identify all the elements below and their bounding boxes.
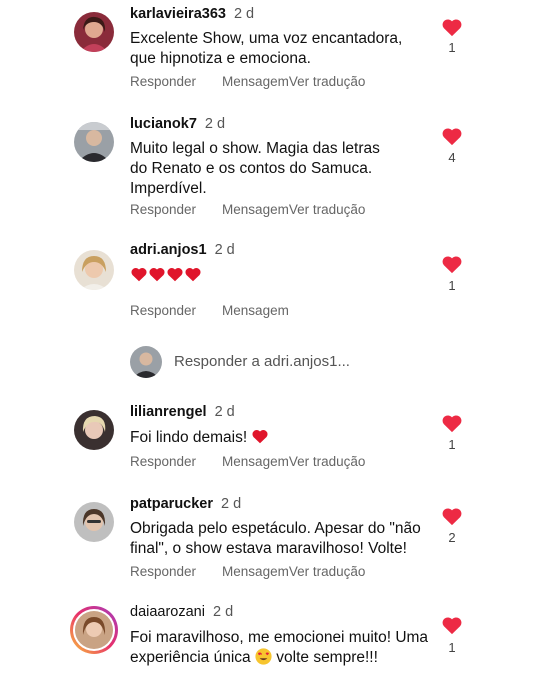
red-heart-emoji (185, 267, 201, 282)
username[interactable]: lucianok7 (130, 116, 197, 132)
translate-button[interactable]: Ver tradução (289, 454, 366, 469)
comment-text (130, 266, 420, 286)
like-count: 1 (448, 278, 456, 293)
reply-button[interactable]: Responder (130, 74, 196, 89)
avatar[interactable] (74, 502, 114, 542)
reply-button[interactable]: Responder (130, 454, 196, 469)
reply-button[interactable]: Responder (130, 202, 196, 217)
comment-text: Foi lindo demais! (130, 428, 420, 448)
avatar (73, 609, 115, 651)
heart-icon[interactable] (441, 413, 463, 433)
username[interactable]: adri.anjos1 (130, 242, 207, 258)
red-heart-emoji (167, 267, 183, 282)
like-count: 1 (448, 640, 456, 655)
avatar[interactable] (74, 12, 114, 52)
avatar-story-ring[interactable] (70, 606, 118, 654)
timestamp: 2 d (221, 496, 242, 512)
translate-button[interactable]: Ver tradução (289, 564, 366, 579)
comment-text: Excelente Show, uma voz encantadora, que… (130, 30, 403, 67)
timestamp: 2 d (212, 604, 234, 620)
username[interactable]: lilianrengel (130, 404, 207, 420)
timestamp: 2 d (233, 6, 255, 22)
heart-icon[interactable] (441, 615, 463, 635)
reply-input[interactable]: Responder a adri.anjos1... (130, 346, 390, 378)
username[interactable]: patparucker (130, 496, 213, 512)
message-button[interactable]: Mensagem (222, 303, 289, 318)
reply-button[interactable]: Responder (130, 303, 196, 318)
username[interactable]: karlavieira363 (130, 6, 226, 22)
translate-button[interactable]: Ver tradução (289, 74, 366, 89)
heart-icon[interactable] (441, 17, 463, 37)
timestamp: 2 d (204, 116, 226, 132)
comment-text: Obrigada pelo espetáculo. Apesar do "não… (130, 520, 421, 557)
like-count: 4 (448, 150, 456, 165)
reply-placeholder: Responder a adri.anjos1... (174, 353, 350, 370)
avatar[interactable] (74, 250, 114, 290)
red-heart-emoji (149, 267, 165, 282)
like-count: 1 (448, 40, 456, 55)
avatar (130, 346, 162, 378)
heart-icon[interactable] (441, 506, 463, 526)
message-button[interactable]: Mensagem (222, 74, 289, 89)
red-heart-emoji (252, 429, 269, 444)
comment-text: Muito legal o show. Magia das letras do … (130, 140, 380, 197)
comment-text-part: volte sempre!!! (276, 649, 378, 666)
message-button[interactable]: Mensagem (222, 564, 289, 579)
avatar[interactable] (74, 410, 114, 450)
reply-button[interactable]: Responder (130, 564, 196, 579)
translate-button[interactable]: Ver tradução (289, 202, 366, 217)
timestamp: 2 d (214, 242, 235, 258)
comment-text-content: Foi lindo demais! (130, 429, 248, 446)
username[interactable]: daiaarozani (130, 604, 205, 620)
like-count: 2 (448, 530, 456, 545)
like-count: 1 (448, 437, 456, 452)
avatar[interactable] (74, 122, 114, 162)
heart-icon[interactable] (441, 126, 463, 146)
red-heart-emoji (131, 267, 147, 282)
comment-text: Foi maravilhoso, me emocionei muito! Uma… (130, 628, 430, 668)
message-button[interactable]: Mensagem (222, 202, 289, 217)
timestamp: 2 d (214, 404, 235, 420)
heart-eyes-emoji (255, 648, 272, 665)
heart-icon[interactable] (441, 254, 463, 274)
message-button[interactable]: Mensagem (222, 454, 289, 469)
